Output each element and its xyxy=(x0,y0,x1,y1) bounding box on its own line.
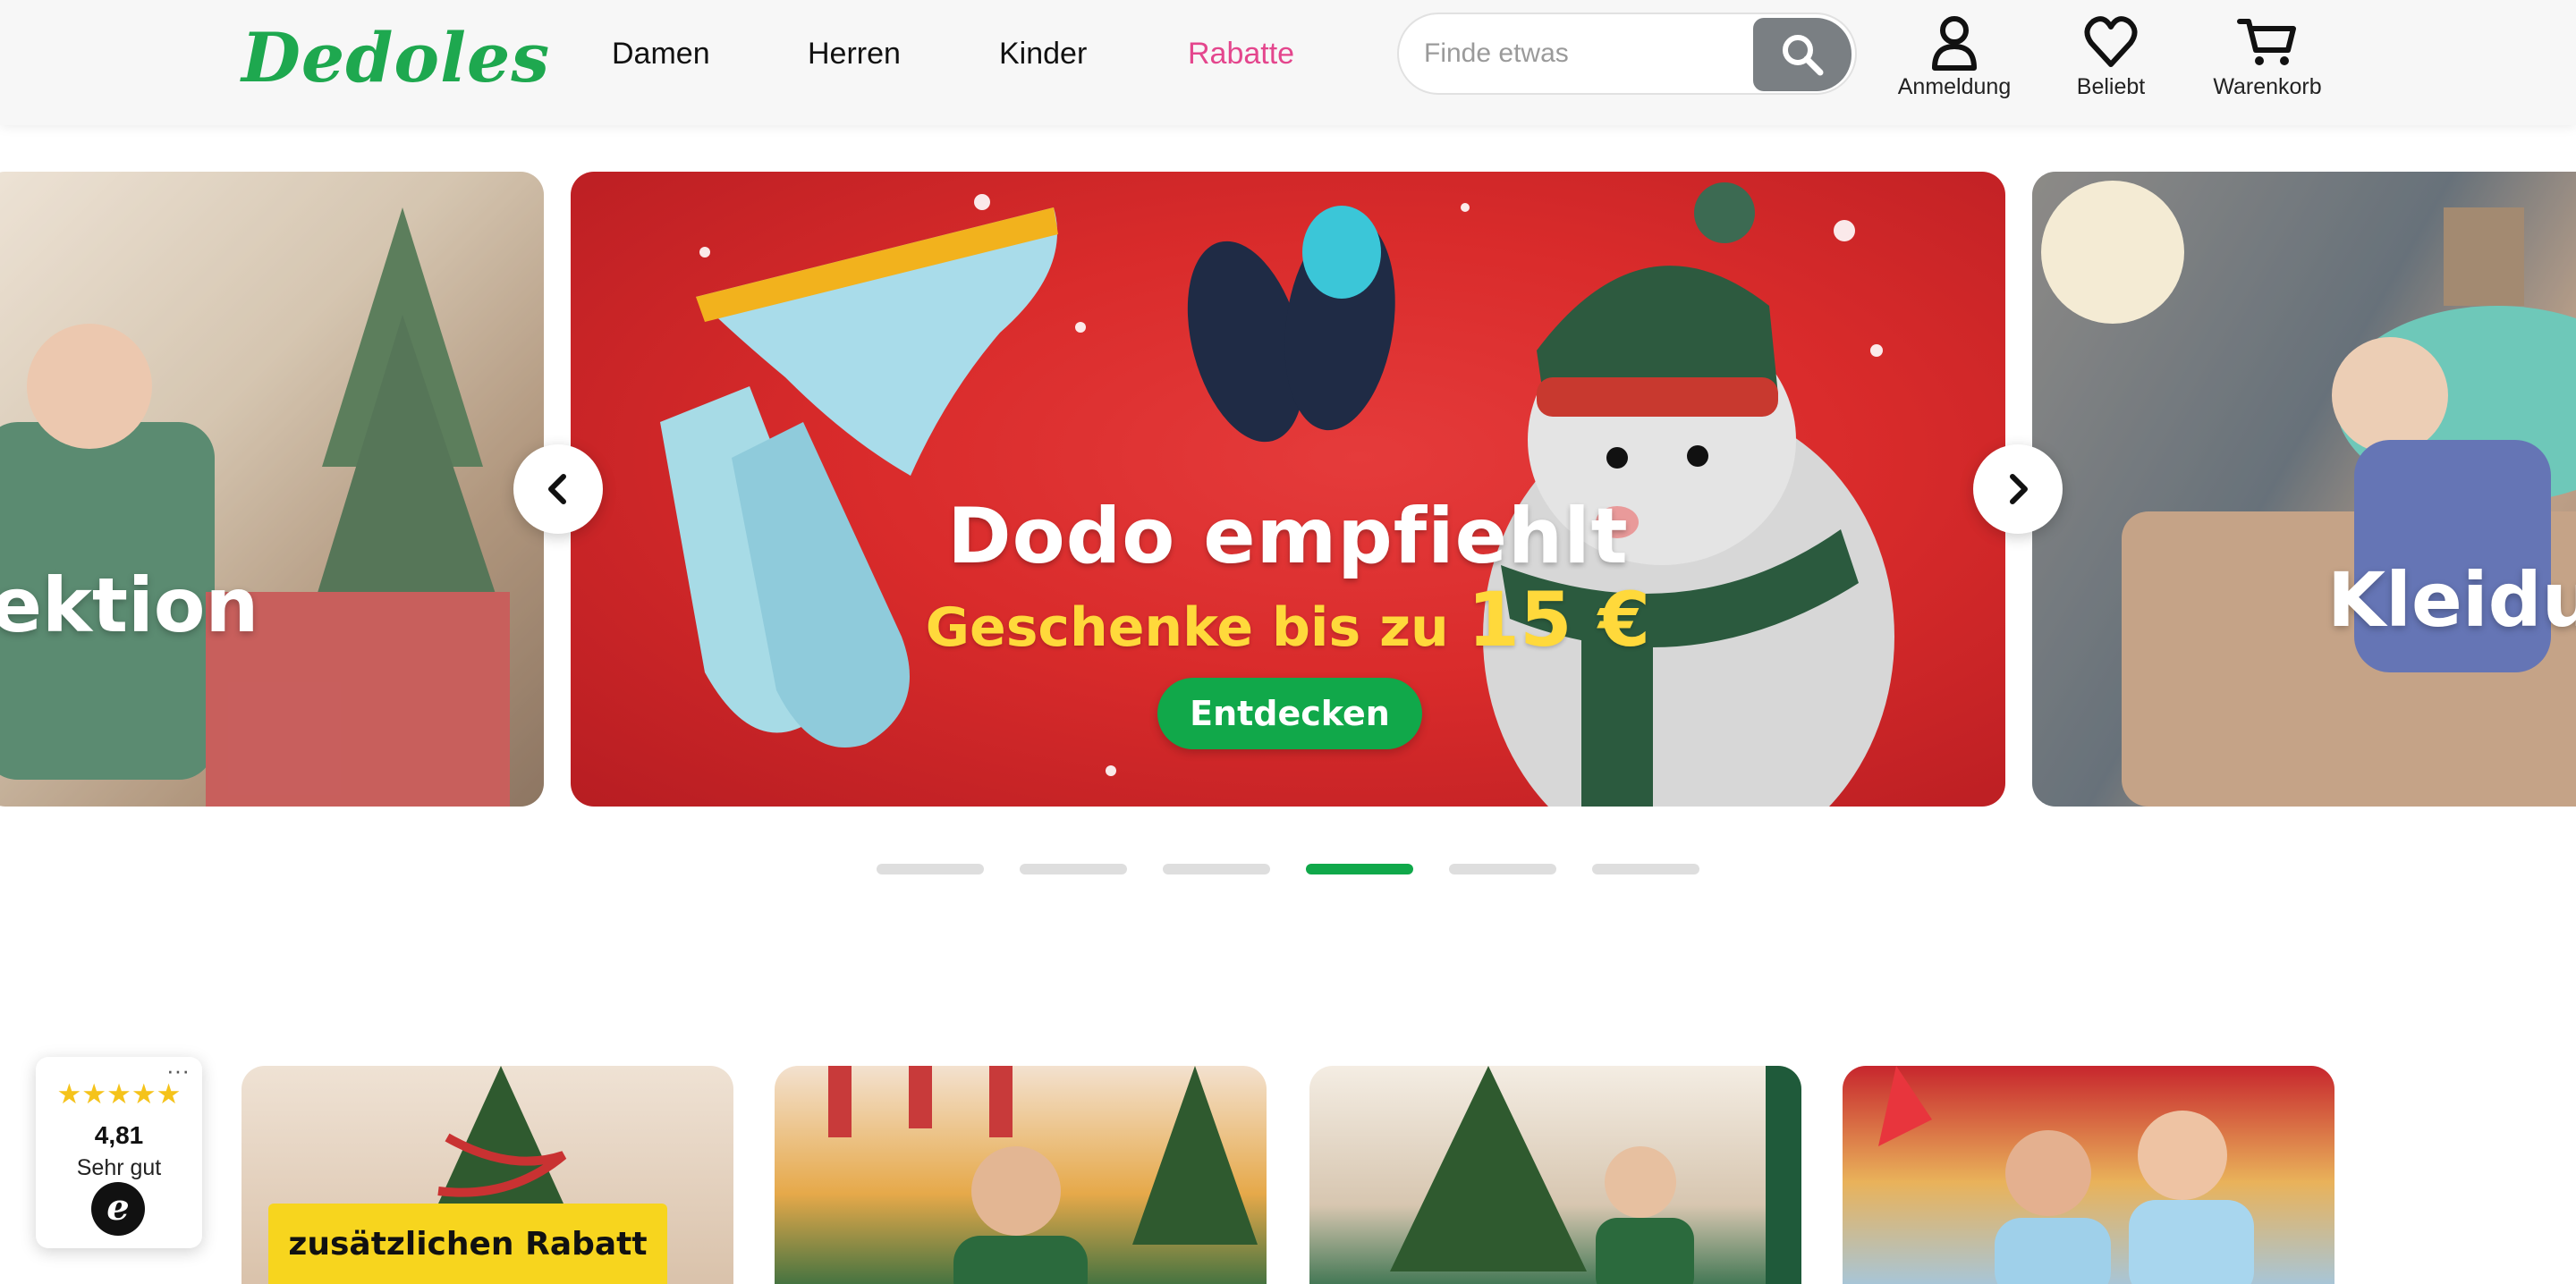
rating-score: 4,81 xyxy=(94,1121,144,1149)
rating-stars: ★★★★★ xyxy=(56,1078,182,1110)
site-header: Dedoles Damen Herren Kinder Rabatte Anme… xyxy=(0,0,2576,125)
cart-icon xyxy=(2237,19,2296,65)
previous-slide-title: ektion xyxy=(0,562,259,649)
kid-christmas-image xyxy=(1390,1066,1801,1284)
favorites-button[interactable]: Beliebt xyxy=(2057,13,2165,106)
cart-button[interactable]: Warenkorb xyxy=(2200,13,2334,106)
trust-seal-icon: e xyxy=(91,1182,145,1236)
search-input[interactable] xyxy=(1424,14,1746,93)
inactive-slide-overlay xyxy=(0,172,544,807)
cart-label: Warenkorb xyxy=(2213,74,2322,99)
carousel-next-button[interactable] xyxy=(1973,444,2063,534)
couple-photo-image xyxy=(1878,1066,2254,1284)
banner-subheadline: Geschenke bis zu 15 € xyxy=(571,576,2005,663)
discover-button[interactable]: Entdecken xyxy=(1157,678,1422,749)
promo-label: zusätzlichen Rabatt xyxy=(268,1204,667,1284)
nav-item-rabatte[interactable]: Rabatte xyxy=(1188,32,1294,75)
carousel-slide-next[interactable]: Kleidu xyxy=(2032,172,2576,807)
carousel-slide-previous[interactable]: ektion xyxy=(0,172,544,807)
nav-item-herren[interactable]: Herren xyxy=(808,32,901,75)
nav-item-kinder[interactable]: Kinder xyxy=(999,32,1087,75)
category-card[interactable]: zusätzlichen Rabatt xyxy=(242,1066,733,1284)
carousel-dot[interactable] xyxy=(1306,864,1413,874)
account-label: Anmeldung xyxy=(1897,74,2012,99)
account-button[interactable]: Anmeldung xyxy=(1887,13,2021,106)
trusted-shops-rating-widget[interactable]: ··· ★★★★★ 4,81 Sehr gut e xyxy=(36,1057,202,1248)
inactive-slide-overlay xyxy=(2032,172,2576,807)
family-photo-image xyxy=(828,1066,1258,1284)
carousel-dot[interactable] xyxy=(1020,864,1127,874)
category-card[interactable] xyxy=(1843,1066,2334,1284)
user-icon xyxy=(1932,16,1977,71)
carousel-dot[interactable] xyxy=(1163,864,1270,874)
banner-headline: Dodo empfiehlt xyxy=(947,492,1629,581)
banner-sub-amount: 15 € xyxy=(1467,576,1651,663)
next-slide-title: Kleidu xyxy=(2327,556,2576,644)
heart-icon xyxy=(2084,16,2138,67)
carousel-slide-active[interactable]: Dodo empfiehlt Geschenke bis zu 15 € Ent… xyxy=(571,172,2005,807)
dedoles-logo[interactable]: Dedoles xyxy=(242,16,549,100)
category-card[interactable] xyxy=(775,1066,1267,1284)
carousel-dot[interactable] xyxy=(1449,864,1556,874)
banner-sub-prefix: Geschenke bis zu xyxy=(925,596,1449,659)
chevron-right-icon xyxy=(2010,474,2028,504)
carousel-prev-button[interactable] xyxy=(513,444,603,534)
carousel-dot[interactable] xyxy=(877,864,984,874)
search-icon xyxy=(1783,35,1824,76)
favorites-label: Beliebt xyxy=(2076,74,2146,99)
rating-verdict: Sehr gut xyxy=(76,1155,162,1180)
category-card[interactable] xyxy=(1309,1066,1801,1284)
search-bar xyxy=(1397,13,1857,95)
carousel-dot[interactable] xyxy=(1592,864,1699,874)
search-button[interactable] xyxy=(1753,18,1852,91)
nav-item-damen[interactable]: Damen xyxy=(612,32,710,75)
chevron-left-icon xyxy=(548,474,566,504)
